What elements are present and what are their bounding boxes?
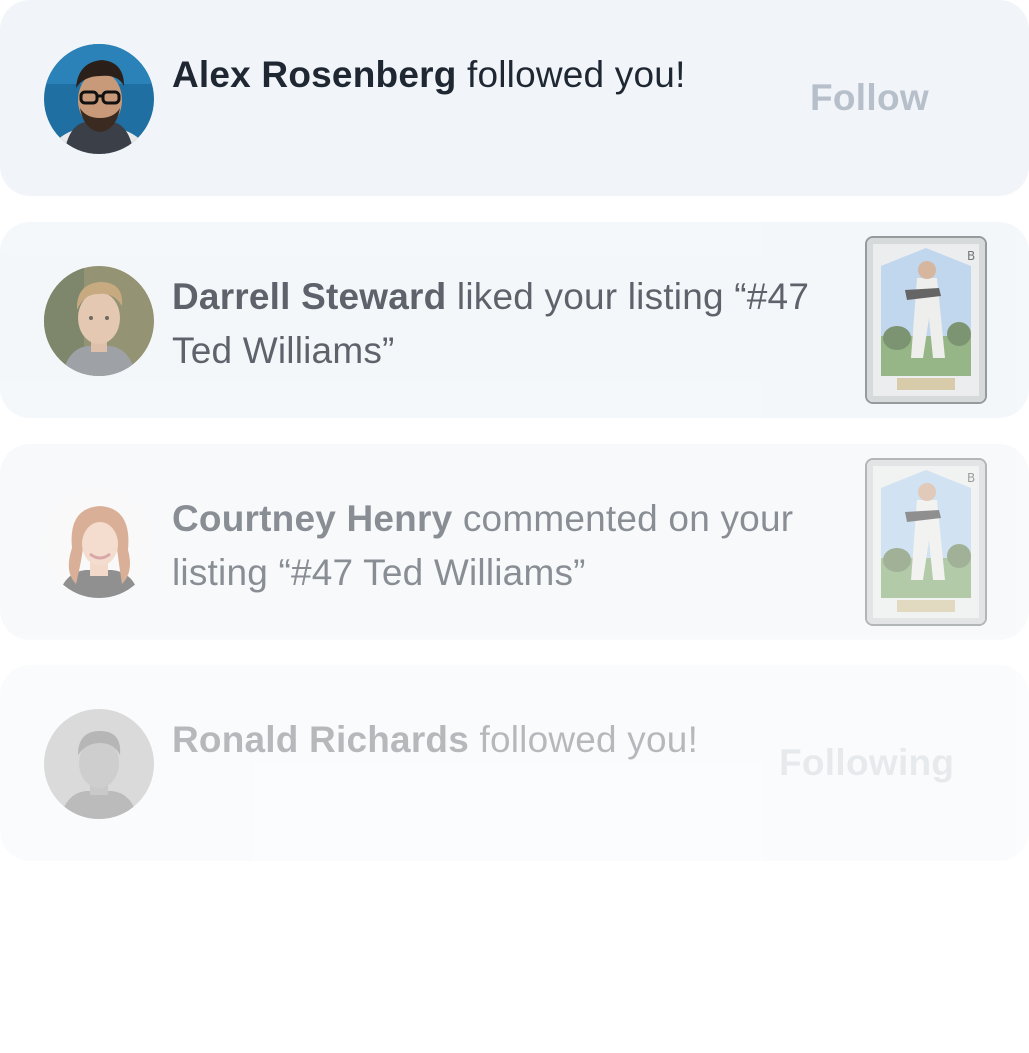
svg-text:B: B bbox=[967, 471, 975, 485]
following-button[interactable]: Following bbox=[779, 665, 954, 861]
notification-message: Darrell Steward liked your listing “#47 … bbox=[172, 270, 812, 378]
user-avatar[interactable] bbox=[44, 266, 154, 376]
notification-item[interactable]: Ronald Richards followed you! Following bbox=[0, 665, 1029, 861]
user-name[interactable]: Ronald Richards bbox=[172, 719, 469, 760]
notification-message: Alex Rosenberg followed you! bbox=[172, 48, 812, 102]
notification-item[interactable]: Darrell Steward liked your listing “#47 … bbox=[0, 222, 1029, 418]
listing-thumbnail[interactable]: B bbox=[867, 460, 985, 624]
notification-item[interactable]: Alex Rosenberg followed you! Follow bbox=[0, 0, 1029, 196]
user-name[interactable]: Alex Rosenberg bbox=[172, 54, 457, 95]
notification-text: followed you! bbox=[456, 54, 686, 95]
notification-text: followed you! bbox=[469, 719, 699, 760]
notification-message: Courtney Henry commented on your listing… bbox=[172, 492, 812, 600]
notification-item[interactable]: Courtney Henry commented on your listing… bbox=[0, 444, 1029, 640]
svg-text:B: B bbox=[967, 249, 975, 263]
user-name[interactable]: Courtney Henry bbox=[172, 498, 452, 539]
notification-message: Ronald Richards followed you! bbox=[172, 713, 812, 767]
user-avatar[interactable] bbox=[44, 709, 154, 819]
follow-button[interactable]: Follow bbox=[810, 0, 929, 196]
listing-thumbnail[interactable]: B bbox=[867, 238, 985, 402]
notification-feed: Alex Rosenberg followed you! Follow Darr… bbox=[0, 0, 1029, 1053]
user-avatar[interactable] bbox=[44, 488, 154, 598]
user-avatar[interactable] bbox=[44, 44, 154, 154]
user-name[interactable]: Darrell Steward bbox=[172, 276, 446, 317]
